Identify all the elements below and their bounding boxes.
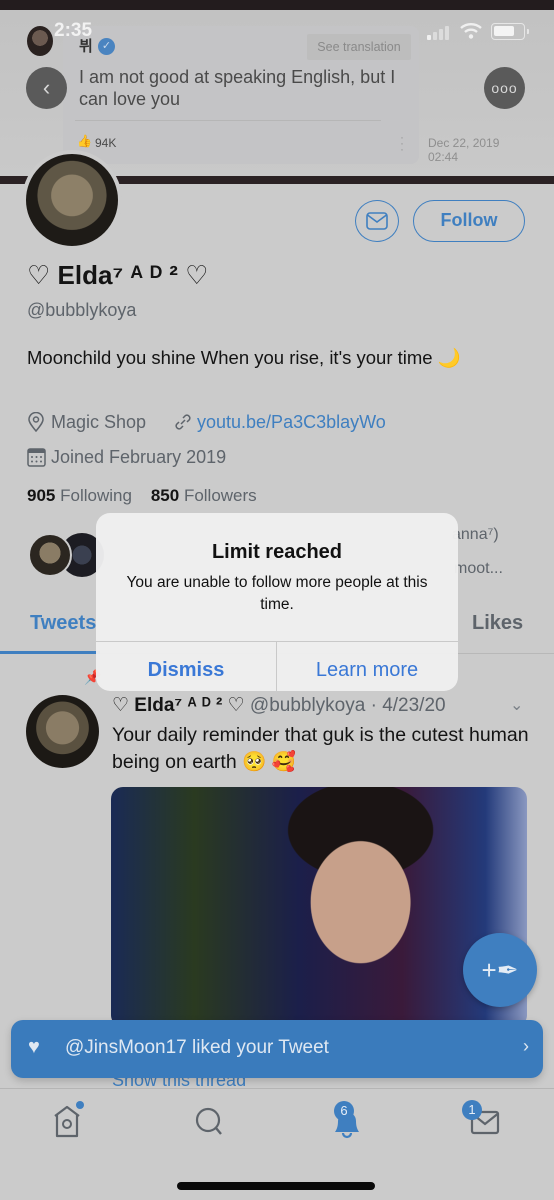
location-pin-icon — [28, 412, 44, 432]
following-link[interactable]: 905 Following — [27, 486, 132, 505]
profile-location: Magic Shop — [51, 412, 147, 432]
limit-reached-alert: Limit reached You are unable to follow m… — [96, 513, 458, 691]
search-icon[interactable] — [184, 1100, 234, 1142]
vertical-dots-icon: · · · — [400, 130, 404, 156]
heart-icon: ♥ — [28, 1036, 40, 1058]
more-options-button[interactable]: ooo — [484, 67, 525, 109]
home-indicator[interactable] — [177, 1182, 375, 1190]
mail-icon — [366, 212, 388, 230]
tweet-header: ♡ Elda⁷ ᴬ ᴰ ² ♡ @bubblykoya · 4/23/20 — [112, 694, 446, 717]
top-band — [0, 0, 554, 10]
profile-website-link[interactable]: youtu.be/Pa3C3blayWo — [197, 412, 386, 433]
profile-avatar[interactable] — [22, 150, 122, 250]
home-unread-dot — [76, 1101, 84, 1109]
banner-date-line1: Dec 22, 2019 — [428, 136, 500, 150]
tab-tweets[interactable]: Tweets — [30, 612, 96, 635]
back-button[interactable]: ‹ — [26, 67, 67, 109]
notifications-badge: 6 — [334, 1101, 354, 1121]
wifi-icon — [460, 23, 482, 39]
like-notification-toast[interactable]: ♥ @JinsMoon17 liked your Tweet › — [11, 1020, 543, 1078]
bottom-nav-divider — [0, 1088, 554, 1089]
alert-message: You are unable to follow more people at … — [126, 574, 428, 613]
feather-plus-icon: +✒ — [481, 955, 519, 985]
profile-joined-date: Joined February 2019 — [51, 447, 227, 467]
verified-icon: ✓ — [98, 38, 115, 55]
link-icon — [175, 414, 191, 430]
calendar-icon — [27, 448, 46, 467]
message-button[interactable] — [355, 200, 399, 242]
active-tab-indicator — [0, 651, 100, 654]
messages-badge: 1 — [462, 1100, 482, 1120]
tweet-handle-date: @bubblykoya · 4/23/20 — [249, 695, 446, 716]
chevron-right-icon: › — [523, 1036, 529, 1056]
tab-likes[interactable]: Likes — [472, 612, 523, 635]
followers-you-know-avatar[interactable] — [28, 533, 72, 577]
follow-stats: 905 Following 850 Followers — [27, 486, 257, 506]
tweet-avatar[interactable] — [26, 695, 99, 768]
banner-date: Dec 22, 2019 02:44 — [428, 136, 499, 164]
chevron-down-icon[interactable]: ⌄ — [510, 695, 523, 715]
profile-bio: Moonchild you shine When you rise, it's … — [27, 347, 461, 368]
compose-tweet-button[interactable]: +✒ — [463, 933, 537, 1007]
learn-more-button[interactable]: Learn more — [277, 641, 457, 691]
followers-link[interactable]: 850 Followers — [151, 486, 257, 505]
alert-title: Limit reached — [211, 541, 343, 563]
followers-you-know-text[interactable]: moot... — [454, 560, 503, 578]
home-icon[interactable] — [42, 1100, 92, 1142]
cellular-signal-icon — [427, 26, 453, 40]
see-translation-label: See translation — [307, 34, 411, 60]
thumbs-up-icon: 👍 — [77, 134, 92, 148]
tweet-author: ♡ Elda⁷ ᴬ ᴰ ² ♡ — [112, 695, 245, 716]
follow-button[interactable]: Follow — [413, 200, 525, 242]
followers-you-know-text[interactable]: anna⁷) — [452, 526, 499, 544]
display-name: ♡ Elda⁷ ᴬ ᴰ ² ♡ — [27, 260, 209, 290]
banner-text: I am not good at speaking English, but I… — [79, 67, 396, 109]
tweet-media-image[interactable] — [111, 787, 527, 1027]
status-time: 2:35 — [54, 20, 93, 41]
banner-divider — [75, 120, 381, 121]
toast-text: @JinsMoon17 liked your Tweet — [65, 1037, 329, 1058]
dismiss-button[interactable]: Dismiss — [96, 641, 276, 691]
profile-handle: @bubblykoya — [27, 300, 137, 320]
banner-avatar — [27, 26, 53, 56]
tweet-text: Your daily reminder that guk is the cute… — [112, 724, 529, 773]
banner-date-line2: 02:44 — [428, 150, 459, 164]
banner-likes: 94K — [95, 136, 117, 150]
battery-icon — [491, 23, 529, 40]
